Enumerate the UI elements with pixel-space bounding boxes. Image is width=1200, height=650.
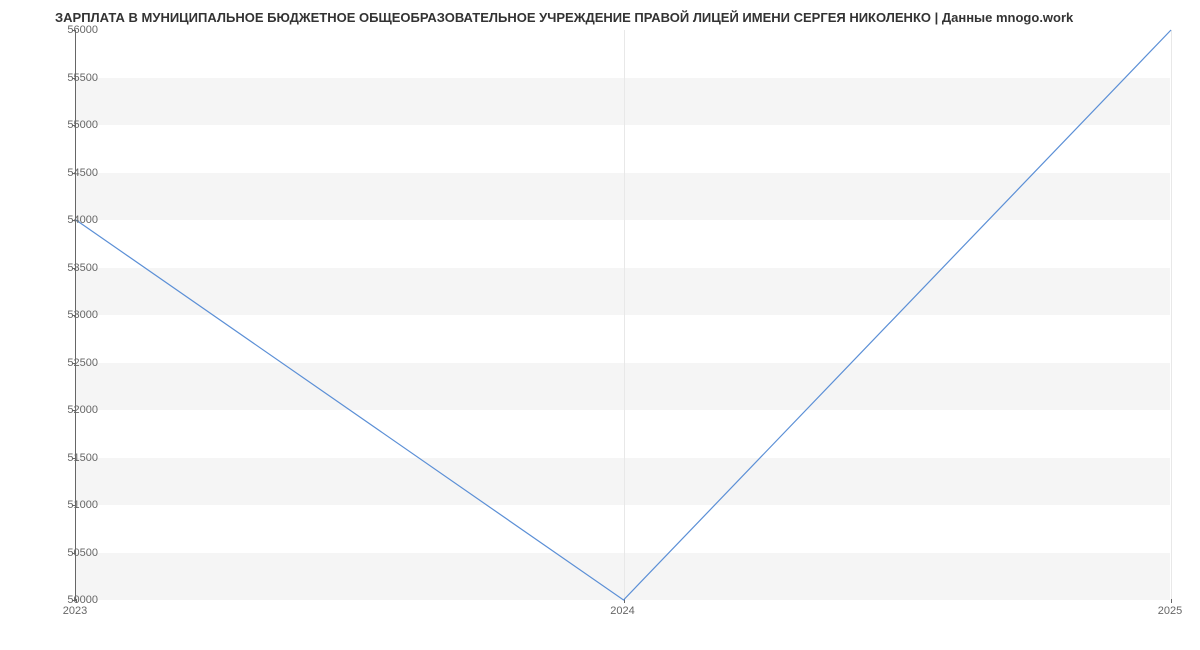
y-tick-label: 55500 xyxy=(48,72,98,84)
plot-area xyxy=(75,30,1170,600)
y-tick-label: 50500 xyxy=(48,547,98,559)
data-line xyxy=(76,30,1171,600)
y-tick-label: 54500 xyxy=(48,167,98,179)
x-tick-label: 2025 xyxy=(1158,605,1182,617)
y-tick-label: 52000 xyxy=(48,404,98,416)
y-tick-label: 53000 xyxy=(48,309,98,321)
vertical-gridline xyxy=(1171,30,1172,599)
y-tick-label: 54000 xyxy=(48,214,98,226)
y-tick-label: 51500 xyxy=(48,452,98,464)
y-tick-label: 55000 xyxy=(48,119,98,131)
chart-title: ЗАРПЛАТА В МУНИЦИПАЛЬНОЕ БЮДЖЕТНОЕ ОБЩЕО… xyxy=(55,10,1073,25)
x-tick-mark xyxy=(1171,599,1172,603)
chart-container: ЗАРПЛАТА В МУНИЦИПАЛЬНОЕ БЮДЖЕТНОЕ ОБЩЕО… xyxy=(0,0,1200,650)
y-tick-label: 52500 xyxy=(48,357,98,369)
chart-line-layer xyxy=(76,30,1170,599)
y-tick-label: 53500 xyxy=(48,262,98,274)
x-tick-label: 2024 xyxy=(610,605,634,617)
y-tick-label: 56000 xyxy=(48,24,98,36)
x-tick-label: 2023 xyxy=(63,605,87,617)
y-tick-label: 51000 xyxy=(48,499,98,511)
